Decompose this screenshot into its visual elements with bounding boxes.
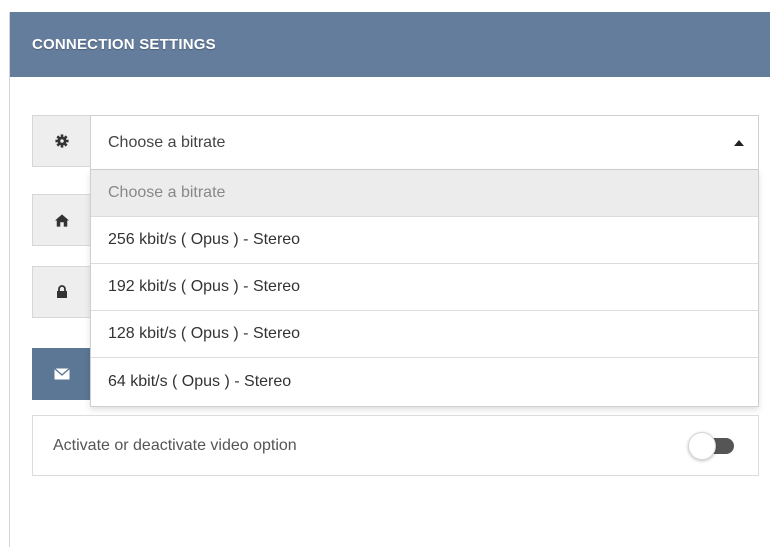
bitrate-option-placeholder[interactable]: Choose a bitrate [91,170,758,217]
bitrate-option-64[interactable]: 64 kbit/s ( Opus ) - Stereo [91,358,758,406]
bitrate-option-256[interactable]: 256 kbit/s ( Opus ) - Stereo [91,217,758,264]
bitrate-addon [32,115,91,167]
video-option-label: Activate or deactivate video option [53,436,297,454]
bitrate-select[interactable]: Choose a bitrate [90,115,759,170]
video-option-row: Activate or deactivate video option [32,415,759,476]
gear-icon [54,134,69,148]
lock-addon [32,266,91,318]
bitrate-option-128[interactable]: 128 kbit/s ( Opus ) - Stereo [91,311,758,358]
caret-up-icon [734,140,744,146]
video-toggle-switch[interactable] [688,432,736,460]
envelope-addon [32,348,91,400]
panel-header: CONNECTION SETTINGS [10,12,770,77]
lock-icon [56,285,68,299]
envelope-icon [53,368,70,380]
bitrate-select-value: Choose a bitrate [108,133,226,151]
connection-settings-panel: CONNECTION SETTINGS Choose a bitrate Cho… [0,0,770,547]
home-icon [54,213,69,227]
panel-border [9,12,10,547]
bitrate-dropdown-list: Choose a bitrate 256 kbit/s ( Opus ) - S… [90,170,759,407]
home-addon [32,194,91,246]
toggle-knob [688,432,716,460]
panel-title: CONNECTION SETTINGS [32,36,216,53]
bitrate-option-192[interactable]: 192 kbit/s ( Opus ) - Stereo [91,264,758,311]
